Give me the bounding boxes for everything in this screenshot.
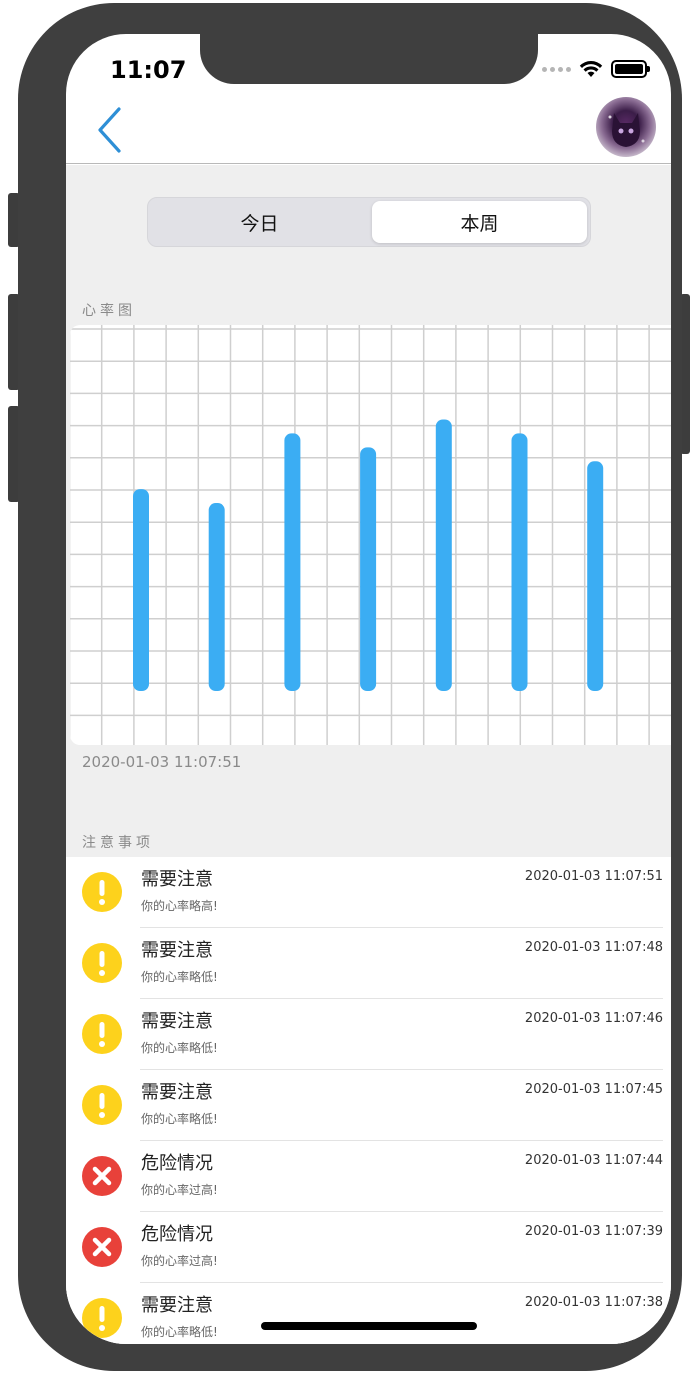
avatar[interactable] — [596, 97, 656, 157]
alert-subtitle: 你的心率略低! — [141, 1041, 218, 1055]
alerts-section-label: 注意事项 — [82, 835, 154, 851]
alert-list-item[interactable]: 危险情况你的心率过高! 2020-01-03 11:07:44 — [66, 1141, 671, 1212]
alert-subtitle: 你的心率略低! — [141, 970, 218, 984]
warning-exclamation-icon — [82, 872, 122, 912]
warning-exclamation-icon — [82, 1298, 122, 1338]
alert-list-item[interactable]: 需要注意你的心率略高! 2020-01-03 11:07:51 — [66, 857, 671, 928]
alert-timestamp: 2020-01-03 11:07:39 — [524, 1224, 663, 1239]
alert-title: 需要注意 — [141, 869, 213, 890]
segment-today[interactable]: 今日 — [152, 201, 367, 243]
phone-frame: 11:07 今日 本周 心率图 2020-01-03 11:07:51 注意事项… — [18, 3, 682, 1371]
segment-this-week[interactable]: 本周 — [372, 201, 587, 243]
alert-timestamp: 2020-01-03 11:07:38 — [524, 1295, 663, 1310]
battery-icon — [611, 60, 650, 78]
danger-cross-icon — [82, 1156, 122, 1196]
alert-list-item[interactable]: 需要注意你的心率略低! 2020-01-03 11:07:45 — [66, 1070, 671, 1141]
alert-subtitle: 你的心率略低! — [141, 1112, 218, 1126]
chart-bar — [360, 447, 377, 691]
chart-bar — [587, 461, 604, 691]
alert-list-item[interactable]: 需要注意你的心率略低! 2020-01-03 11:07:38 — [66, 1283, 671, 1344]
alert-timestamp: 2020-01-03 11:07:51 — [524, 869, 663, 884]
phone-screen: 11:07 今日 本周 心率图 2020-01-03 11:07:51 注意事项… — [66, 34, 671, 1344]
home-indicator — [261, 1322, 477, 1330]
danger-cross-icon — [82, 1227, 122, 1267]
warning-exclamation-icon — [82, 1014, 122, 1054]
heart-rate-chart — [70, 325, 671, 745]
wifi-icon — [579, 61, 603, 77]
content-area: 今日 本周 心率图 2020-01-03 11:07:51 注意事项 需要注意你… — [66, 165, 671, 1344]
alert-timestamp: 2020-01-03 11:07:46 — [524, 1011, 663, 1026]
alert-title: 危险情况 — [141, 1224, 213, 1245]
alert-subtitle: 你的心率过高! — [141, 1183, 218, 1197]
navigation-bar — [66, 94, 671, 164]
alert-list: 需要注意 你的心率略高! 2020-01-03 11:07:51 需要注意 你的心率略低… — [66, 857, 671, 1344]
alert-list-item[interactable]: 危险情况你的心率过高! 2020-01-03 11:07:39 — [66, 1212, 671, 1283]
alert-title: 需要注意 — [141, 940, 213, 961]
alert-subtitle: 你的心率略低! — [141, 1325, 218, 1339]
chart-bar — [511, 433, 528, 691]
alert-list-item[interactable]: 需要注意你的心率略低! 2020-01-03 11:07:48 — [66, 928, 671, 999]
alert-timestamp: 2020-01-03 11:07:48 — [524, 940, 663, 955]
alert-timestamp: 2020-01-03 11:07:44 — [524, 1153, 663, 1168]
chart-canvas — [70, 325, 671, 745]
signal-icon — [542, 66, 571, 72]
chart-bar — [133, 489, 149, 691]
back-chevron-icon[interactable] — [96, 106, 124, 154]
chart-bar — [284, 433, 301, 691]
alert-list-item[interactable]: 需要注意你的心率略低! 2020-01-03 11:07:46 — [66, 999, 671, 1070]
status-time: 11:07 — [110, 56, 187, 84]
alert-title: 需要注意 — [141, 1082, 213, 1103]
chart-timestamp: 2020-01-03 11:07:51 — [82, 753, 242, 771]
status-indicators — [542, 60, 650, 78]
notch — [200, 34, 538, 84]
cat-avatar-image — [608, 113, 645, 147]
alert-title: 需要注意 — [141, 1011, 213, 1032]
heart-rate-section-label: 心率图 — [82, 303, 136, 319]
alert-subtitle: 你的心率略高! — [141, 899, 218, 913]
alert-subtitle: 你的心率过高! — [141, 1254, 218, 1268]
chart-bar — [435, 419, 452, 691]
alert-timestamp: 2020-01-03 11:07:45 — [524, 1082, 663, 1097]
alert-title: 需要注意 — [141, 1295, 213, 1316]
chart-bar — [208, 503, 225, 691]
alert-title: 危险情况 — [141, 1153, 213, 1174]
warning-exclamation-icon — [82, 943, 122, 983]
segmented-control: 今日 本周 — [147, 197, 591, 247]
warning-exclamation-icon — [82, 1085, 122, 1125]
